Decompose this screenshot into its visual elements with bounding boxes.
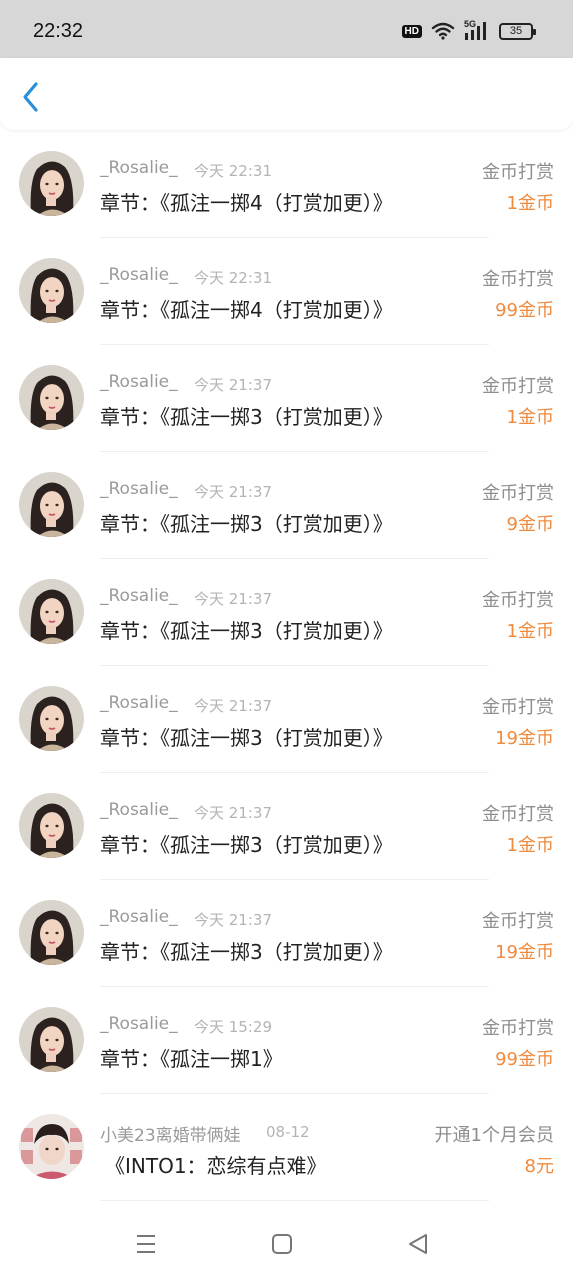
timestamp: 今天 21:37 (194, 590, 272, 608)
username: _Rosalie_ (100, 372, 178, 392)
reward-type: 金币打赏 (482, 269, 554, 290)
chevron-left-icon (23, 82, 38, 112)
timestamp: 今天 21:37 (194, 376, 272, 394)
user-avatar-image (19, 900, 84, 965)
avatar[interactable] (19, 793, 84, 858)
reward-type: 金币打赏 (482, 697, 554, 718)
avatar[interactable] (19, 472, 84, 537)
status-time: 22:32 (33, 20, 84, 42)
reward-type: 开通1个月会员 (434, 1125, 554, 1146)
battery-indicator: 35 (499, 22, 536, 40)
username: _Rosalie_ (100, 586, 178, 606)
user-avatar-image (19, 1007, 84, 1072)
reward-type: 金币打赏 (482, 911, 554, 932)
menu-icon (137, 1235, 155, 1253)
home-square-icon (272, 1234, 292, 1254)
reward-row[interactable]: _Rosalie_ 今天 21:37 章节：《孤注一掷3（打赏加更）》 金币打赏… (0, 773, 573, 880)
timestamp: 今天 21:37 (194, 697, 272, 715)
back-nav-button[interactable] (403, 1229, 433, 1259)
timestamp: 今天 21:37 (194, 483, 272, 501)
chapter-description: 章节：《孤注一掷3（打赏加更）》 (100, 512, 393, 536)
avatar[interactable] (19, 1007, 84, 1072)
home-button[interactable] (267, 1229, 297, 1259)
reward-row[interactable]: _Rosalie_ 今天 21:37 章节：《孤注一掷3（打赏加更）》 金币打赏… (0, 666, 573, 773)
user-avatar-image (19, 151, 84, 216)
avatar[interactable] (19, 686, 84, 751)
system-nav-bar (0, 1205, 573, 1280)
chapter-description: 章节：《孤注一掷3（打赏加更）》 (100, 726, 393, 750)
chapter-description: 章节：《孤注一掷1》 (100, 1047, 283, 1071)
reward-row[interactable]: _Rosalie_ 今天 21:37 章节：《孤注一掷3（打赏加更）》 金币打赏… (0, 345, 573, 452)
signal-icon: 5G (464, 19, 490, 41)
reward-amount: 1金币 (506, 407, 554, 428)
reward-amount: 1金币 (506, 193, 554, 214)
reward-row[interactable]: _Rosalie_ 今天 15:29 章节：《孤注一掷1》 金币打赏 99金币 (0, 987, 573, 1094)
wifi-icon (431, 22, 455, 40)
menu-button[interactable] (131, 1229, 161, 1259)
reward-type: 金币打赏 (482, 590, 554, 611)
reward-type: 金币打赏 (482, 483, 554, 504)
reward-amount: 9金币 (506, 514, 554, 535)
username: _Rosalie_ (100, 693, 178, 713)
username: _Rosalie_ (100, 907, 178, 927)
user-avatar-image (19, 1114, 84, 1179)
reward-amount: 1金币 (506, 835, 554, 856)
back-triangle-icon (409, 1234, 427, 1254)
reward-amount: 8元 (524, 1156, 554, 1177)
reward-type: 金币打赏 (482, 162, 554, 183)
reward-amount: 1金币 (506, 621, 554, 642)
avatar[interactable] (19, 258, 84, 323)
reward-list: _Rosalie_ 今天 22:31 章节：《孤注一掷4（打赏加更）》 金币打赏… (0, 131, 573, 1201)
user-avatar-image (19, 472, 84, 537)
username: _Rosalie_ (100, 158, 178, 178)
reward-row[interactable]: _Rosalie_ 今天 21:37 章节：《孤注一掷3（打赏加更）》 金币打赏… (0, 880, 573, 987)
reward-row[interactable]: _Rosalie_ 今天 22:31 章节：《孤注一掷4（打赏加更）》 金币打赏… (0, 238, 573, 345)
status-bar: 22:32 HD 5G 35 (0, 0, 573, 58)
timestamp: 今天 15:29 (194, 1018, 272, 1036)
reward-amount: 99金币 (495, 300, 554, 321)
avatar[interactable] (19, 365, 84, 430)
reward-amount: 19金币 (495, 942, 554, 963)
chapter-description: 章节：《孤注一掷3（打赏加更）》 (100, 833, 393, 857)
avatar[interactable] (19, 151, 84, 216)
avatar[interactable] (19, 900, 84, 965)
chapter-description: 章节：《孤注一掷4（打赏加更）》 (100, 298, 393, 322)
chapter-description: 章节：《孤注一掷3（打赏加更）》 (100, 940, 393, 964)
nav-bar (0, 58, 573, 130)
reward-row[interactable]: _Rosalie_ 今天 22:31 章节：《孤注一掷4（打赏加更）》 金币打赏… (0, 131, 573, 238)
reward-row[interactable]: 小美23离婚带俩娃 08-12 《INTO1：恋综有点难》 开通1个月会员 8元 (0, 1094, 573, 1201)
timestamp: 今天 21:37 (194, 911, 272, 929)
hd-badge: HD (401, 24, 422, 38)
username: _Rosalie_ (100, 1014, 178, 1034)
back-button[interactable] (14, 80, 48, 114)
reward-row[interactable]: _Rosalie_ 今天 21:37 章节：《孤注一掷3（打赏加更）》 金币打赏… (0, 452, 573, 559)
timestamp: 08-12 (266, 1123, 310, 1141)
reward-type: 金币打赏 (482, 804, 554, 825)
avatar[interactable] (19, 1114, 84, 1179)
timestamp: 今天 22:31 (194, 269, 272, 287)
reward-amount: 99金币 (495, 1049, 554, 1070)
chapter-description: 章节：《孤注一掷3（打赏加更）》 (100, 619, 393, 643)
user-avatar-image (19, 579, 84, 644)
timestamp: 今天 22:31 (194, 162, 272, 180)
chapter-description: 《INTO1：恋综有点难》 (105, 1154, 327, 1178)
username: _Rosalie_ (100, 265, 178, 285)
username: _Rosalie_ (100, 800, 178, 820)
status-icons: HD 5G 35 (401, 19, 536, 41)
chapter-description: 章节：《孤注一掷4（打赏加更）》 (100, 191, 393, 215)
reward-row[interactable]: _Rosalie_ 今天 21:37 章节：《孤注一掷3（打赏加更）》 金币打赏… (0, 559, 573, 666)
avatar[interactable] (19, 579, 84, 644)
user-avatar-image (19, 686, 84, 751)
reward-type: 金币打赏 (482, 376, 554, 397)
user-avatar-image (19, 258, 84, 323)
reward-type: 金币打赏 (482, 1018, 554, 1039)
username: 小美23离婚带俩娃 (100, 1126, 241, 1146)
user-avatar-image (19, 793, 84, 858)
username: _Rosalie_ (100, 479, 178, 499)
timestamp: 今天 21:37 (194, 804, 272, 822)
chapter-description: 章节：《孤注一掷3（打赏加更）》 (100, 405, 393, 429)
reward-amount: 19金币 (495, 728, 554, 749)
user-avatar-image (19, 365, 84, 430)
